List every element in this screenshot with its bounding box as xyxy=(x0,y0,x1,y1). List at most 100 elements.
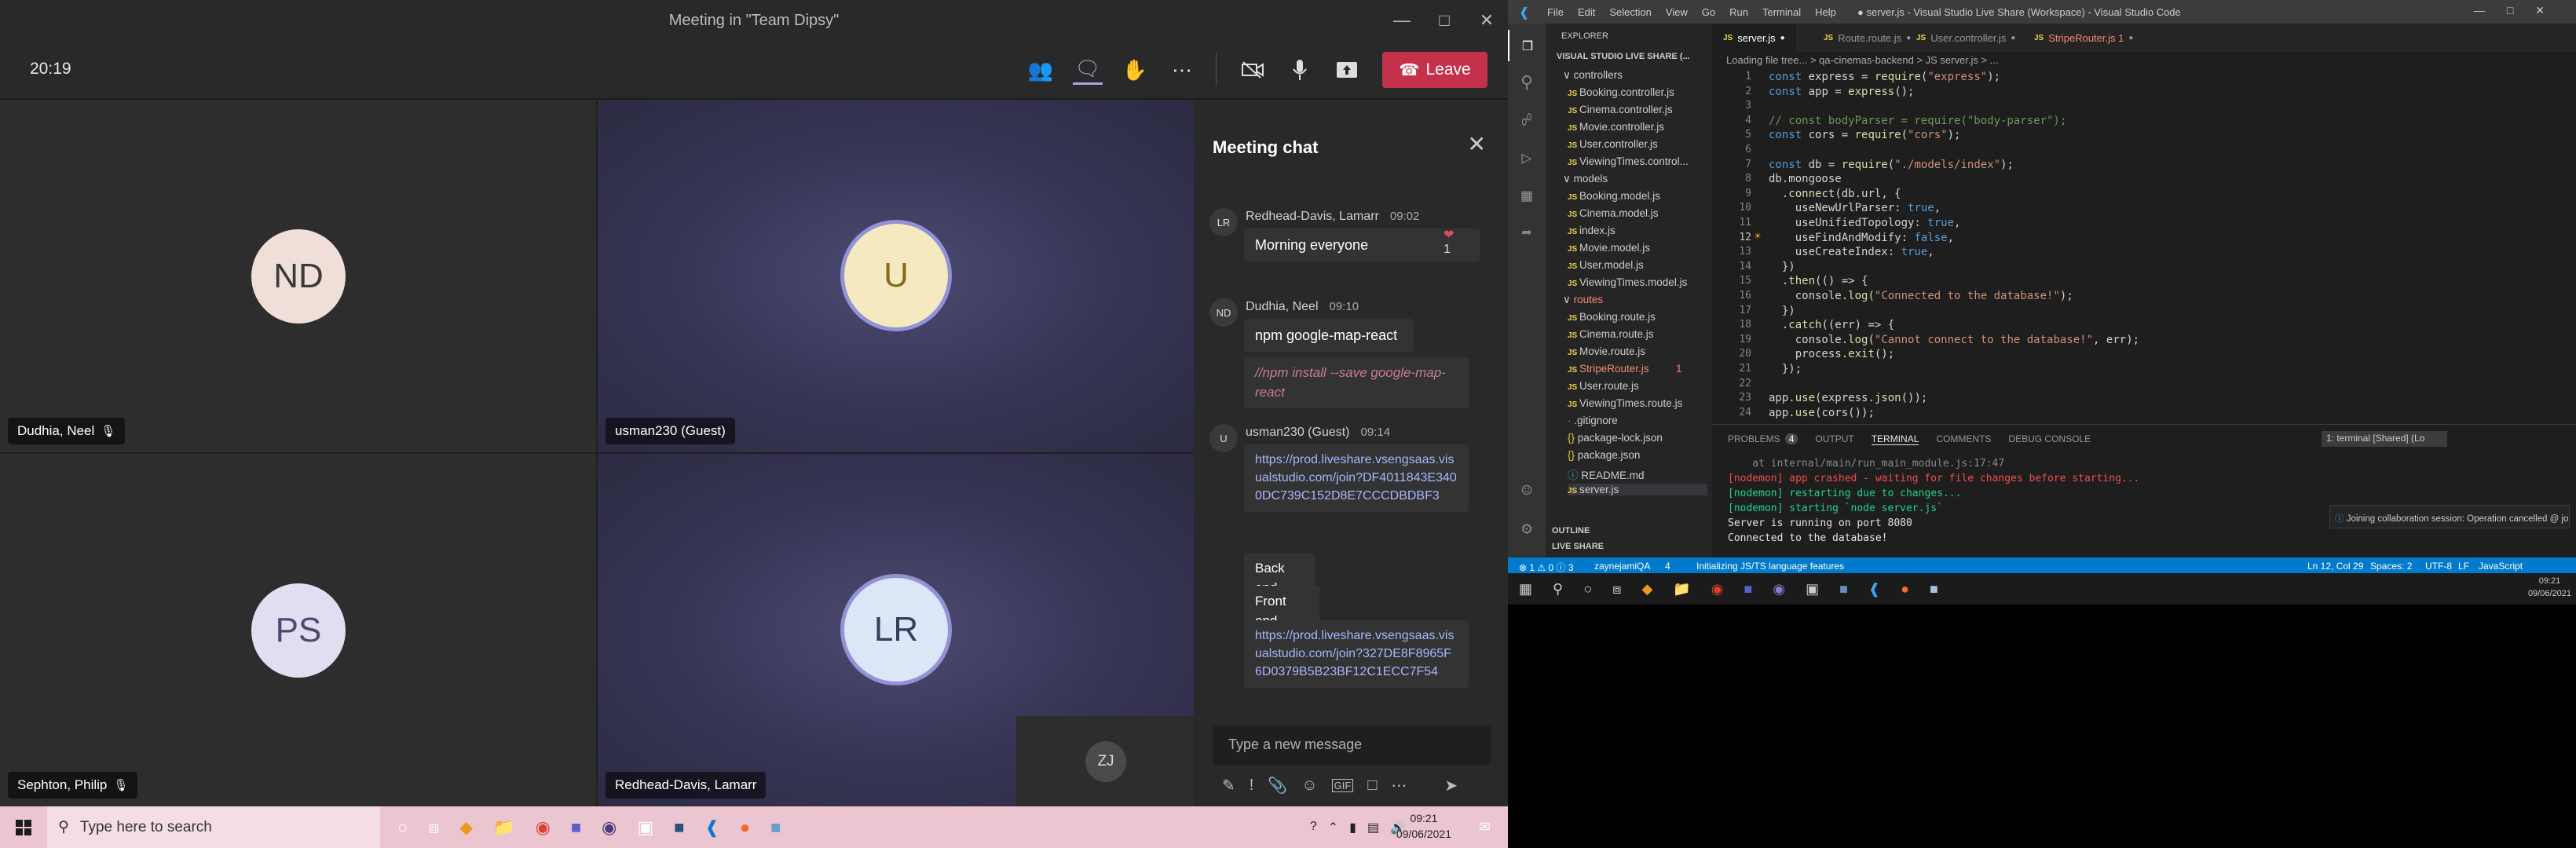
menu-item[interactable]: Selection xyxy=(1609,6,1651,18)
leave-button[interactable]: ☎ Leave xyxy=(1382,52,1487,88)
close-chat-icon[interactable]: ✕ xyxy=(1468,131,1486,157)
code-line[interactable]: const app = express(); xyxy=(1769,86,1914,98)
start-icon[interactable] xyxy=(0,819,47,835)
file-item[interactable]: JS User.route.js xyxy=(1568,380,1639,392)
menu-item[interactable]: Run xyxy=(1729,6,1748,18)
workspace-header[interactable]: VISUAL STUDIO LIVE SHARE (... xyxy=(1557,52,1690,61)
live-share-section[interactable]: LIVE SHARE xyxy=(1552,542,1604,551)
source-control-icon[interactable]: ☍ xyxy=(1508,105,1546,137)
more-options-icon[interactable]: ⋯ xyxy=(1391,776,1407,795)
code-line[interactable]: useNewUrlParser: true, xyxy=(1769,202,1941,214)
search-box[interactable]: ⚲ Type here to search xyxy=(47,806,380,848)
reactions-icon[interactable]: ✋ xyxy=(1120,55,1150,85)
notifications-icon[interactable]: ✉ xyxy=(1479,819,1491,835)
code-line[interactable]: .then(() => { xyxy=(1769,275,1868,287)
editor-tab[interactable]: JS StripeRouter.js 1 ● xyxy=(2023,24,2144,52)
panel-tab[interactable]: TERMINAL xyxy=(1871,433,1919,445)
task-view-icon[interactable]: ⧈ xyxy=(1612,581,1621,598)
participant-tile-nd[interactable]: ND Dudhia, Neel 🎙 xyxy=(0,100,596,452)
file-item[interactable]: JS index.js xyxy=(1568,225,1615,236)
file-item[interactable]: JS User.model.js xyxy=(1568,259,1644,271)
chrome-icon[interactable]: ◉ xyxy=(1711,581,1724,598)
unsaved-dot-icon[interactable]: ● xyxy=(2128,34,2133,42)
maximize-icon[interactable]: □ xyxy=(1423,0,1465,41)
menu-item[interactable]: Help xyxy=(1815,6,1836,18)
file-item[interactable]: {} package.json xyxy=(1568,449,1640,461)
postman-icon[interactable]: ● xyxy=(1901,581,1909,598)
app-icon[interactable]: ◉ xyxy=(602,817,617,838)
run-debug-icon[interactable]: ▷ xyxy=(1508,143,1546,174)
code-line[interactable]: process.exit(); xyxy=(1769,348,1894,360)
clock[interactable]: 09:21 09/06/2021 xyxy=(2528,575,2571,600)
code-line[interactable]: }); xyxy=(1769,363,1802,375)
share-screen-icon[interactable] xyxy=(1332,55,1362,85)
language-mode[interactable]: JavaScript xyxy=(2479,561,2523,572)
camera-off-icon[interactable] xyxy=(1238,55,1268,85)
eol[interactable]: LF xyxy=(2458,561,2469,572)
unsaved-dot-icon[interactable]: ● xyxy=(2011,34,2015,42)
panel-tab[interactable]: PROBLEMS 4 xyxy=(1728,433,1798,444)
file-item[interactable]: · .gitignore xyxy=(1568,415,1618,426)
code-line[interactable]: const db = require("./models/index"); xyxy=(1769,159,2014,171)
app-icon[interactable]: ◉ xyxy=(1773,581,1785,598)
send-icon[interactable]: ➤ xyxy=(1444,776,1458,795)
participant-tile-ps[interactable]: PS Sephton, Philip 🎙 xyxy=(0,454,596,806)
chevron-up-icon[interactable]: ⌃ xyxy=(1328,820,1338,835)
file-item[interactable]: JS Movie.model.js xyxy=(1568,242,1650,254)
explorer-icon[interactable]: ❒ xyxy=(1508,30,1546,61)
cursor-position[interactable]: Ln 12, Col 29 xyxy=(2307,561,2363,572)
menu-item[interactable]: Edit xyxy=(1578,6,1595,18)
clock[interactable]: 09:21 09/06/2021 xyxy=(1396,810,1451,842)
message-link[interactable]: https://prod.liveshare.vsengsaas.visuals… xyxy=(1244,444,1469,512)
file-item[interactable]: JS Movie.controller.js xyxy=(1568,121,1664,133)
file-explorer-icon[interactable]: 📁 xyxy=(493,817,514,838)
window-controls[interactable]: —□✕ xyxy=(2474,4,2567,17)
code-line[interactable]: useUnifiedTopology: true, xyxy=(1769,217,1961,229)
app-icon[interactable]: ■ xyxy=(674,817,684,838)
code-line[interactable]: db.mongoose xyxy=(1769,173,1842,185)
terminal-output[interactable]: at internal/main/run_main_module.js:17:4… xyxy=(1728,456,2139,546)
app-icon[interactable]: ■ xyxy=(770,817,781,838)
gif-icon[interactable]: GIF xyxy=(1331,778,1354,792)
help-icon[interactable]: ? xyxy=(1310,820,1317,835)
menu-item[interactable]: Go xyxy=(1702,6,1715,18)
app-icon[interactable]: ■ xyxy=(1930,581,1938,598)
problems-status[interactable]: ⊗ 1 ⚠ 0 ⓘ 3 xyxy=(1519,561,1574,574)
search-icon[interactable]: ⚲ xyxy=(1508,68,1546,99)
app-icon[interactable]: ◆ xyxy=(459,817,473,838)
file-item[interactable]: JS Booking.model.js xyxy=(1568,190,1660,202)
file-item[interactable]: JS server.js xyxy=(1568,484,1707,495)
code-editor[interactable]: 1 const express = require("express"); 2 con… xyxy=(1712,69,2576,419)
message-link[interactable]: https://prod.liveshare.vsengsaas.visuals… xyxy=(1244,620,1469,688)
code-line[interactable]: }) xyxy=(1769,261,1795,273)
search-icon[interactable]: ⚲ xyxy=(1553,581,1563,598)
teams-icon[interactable]: ■ xyxy=(1744,581,1753,598)
settings-gear-icon[interactable]: ⚙ xyxy=(1508,514,1546,545)
format-icon[interactable]: ✎ xyxy=(1222,776,1235,795)
start-icon[interactable]: ▦ xyxy=(1519,581,1532,598)
file-item[interactable]: JS User.controller.js xyxy=(1568,138,1658,150)
file-item[interactable]: {} package-lock.json xyxy=(1568,432,1663,444)
terminal-icon[interactable]: ▣ xyxy=(1806,581,1819,598)
emoji-icon[interactable]: ☺ xyxy=(1301,777,1317,795)
user-status[interactable]: zaynejamiQA xyxy=(1594,561,1650,572)
participants-icon[interactable]: 👥 xyxy=(1026,55,1056,85)
code-line[interactable]: app.use(express.json()); xyxy=(1769,392,1927,404)
app-icon[interactable]: ■ xyxy=(1839,581,1848,598)
unsaved-dot-icon[interactable]: ● xyxy=(1780,34,1785,42)
breadcrumb[interactable]: Loading file tree... > qa-cinemas-backen… xyxy=(1712,52,2576,69)
attach-icon[interactable]: 📎 xyxy=(1268,776,1287,795)
outline-section[interactable]: OUTLINE xyxy=(1552,526,1590,535)
vscode-icon[interactable]: ❰ xyxy=(704,817,719,838)
file-item[interactable]: JS ViewingTimes.model.js xyxy=(1568,276,1687,288)
close-icon[interactable]: ✕ xyxy=(1465,0,1508,41)
lightbulb-icon[interactable]: ☀ xyxy=(1755,231,1761,243)
task-view-icon[interactable]: ⧈ xyxy=(428,817,439,838)
network-icon[interactable]: ▤ xyxy=(1367,820,1379,835)
sticker-icon[interactable]: □ xyxy=(1367,777,1377,795)
accounts-icon[interactable]: ☺ xyxy=(1508,476,1546,507)
indentation[interactable]: Spaces: 2 xyxy=(2370,561,2412,572)
file-item[interactable]: JS Booking.route.js xyxy=(1568,311,1656,323)
self-view-tile[interactable]: ZJ xyxy=(1016,716,1194,806)
code-line[interactable]: useCreateIndex: true, xyxy=(1769,246,1934,258)
